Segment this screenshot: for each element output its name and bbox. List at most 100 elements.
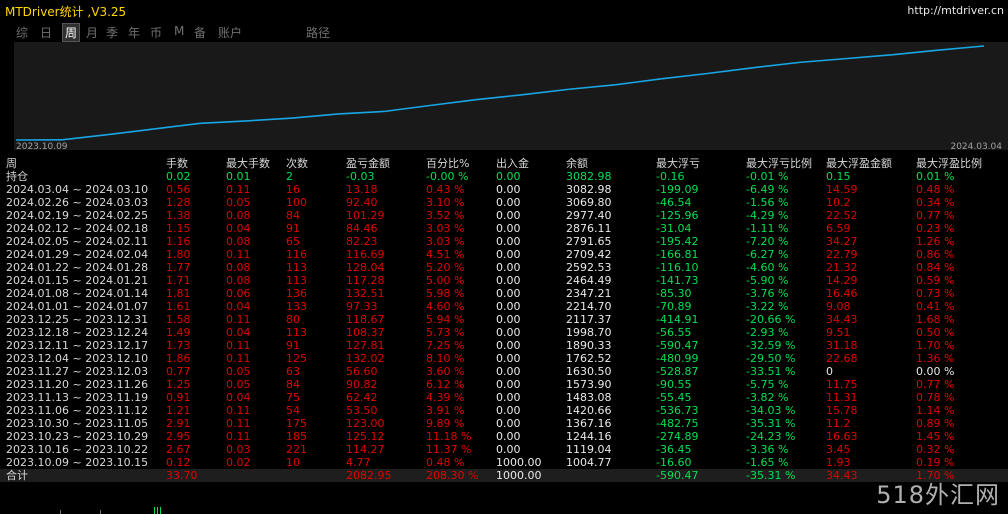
tab-2[interactable]: 周 [62,23,81,42]
table-row[interactable]: 2023.10.16 ~ 2023.10.22 2.67 0.03 221 114.27… [0,443,1008,456]
cell-max_fp_pct: 0.84 % [916,261,955,274]
cell-pct: 4.51 % [426,248,465,261]
table-row[interactable]: 2023.11.20 ~ 2023.11.26 1.25 0.05 84 90.82 6.… [0,378,1008,391]
cell-max_fp: 0.15 [826,170,851,183]
tab-10[interactable]: 路径 [306,24,330,41]
table-row[interactable]: 2024.02.26 ~ 2024.03.03 1.28 0.05 100 92.40 3… [0,196,1008,209]
table-row[interactable]: 2024.02.05 ~ 2024.02.11 1.16 0.08 65 82.23 3.… [0,235,1008,248]
cell-balance: 1244.16 [566,430,612,443]
cell-balance: 3069.80 [566,196,612,209]
table-row[interactable]: 2024.01.29 ~ 2024.02.04 1.80 0.11 116 116.69… [0,248,1008,261]
cell-lots: 1.38 [166,209,191,222]
tab-8[interactable]: 备 [194,24,206,41]
cell-balance: 2791.65 [566,235,612,248]
cell-pct: 3.91 % [426,404,465,417]
cell-max_fp: 9.08 [826,300,851,313]
cell-count: 133 [286,300,307,313]
table-row[interactable]: 2024.01.01 ~ 2024.01.07 1.61 0.04 133 97.33 4… [0,300,1008,313]
col-header-max_dd_pct[interactable]: 最大浮亏比例 [740,157,820,170]
cell-lots: 0.77 [166,365,191,378]
tab-9[interactable]: 账户 [218,24,242,41]
chart-end-date: 2024.03.04 [950,142,1002,152]
table-row[interactable]: 2023.11.27 ~ 2023.12.03 0.77 0.05 63 56.60 3.… [0,365,1008,378]
cell-max_dd_pct: -3.82 % [746,391,789,404]
cell-pct: 5.94 % [426,313,465,326]
cell-count: 84 [286,209,300,222]
col-header-balance[interactable]: 余额 [560,157,650,170]
tab-3[interactable]: 月 [86,24,98,41]
col-header-pct[interactable]: 百分比% [420,157,490,170]
cell-max_lots: 0.05 [226,378,251,391]
table-row[interactable]: 2023.12.25 ~ 2023.12.31 1.58 0.11 80 118.67 5… [0,313,1008,326]
table-row[interactable]: 2023.10.30 ~ 2023.11.05 2.91 0.11 175 123.00… [0,417,1008,430]
cell-lots: 1.15 [166,222,191,235]
equity-line-segment [246,117,293,122]
tab-6[interactable]: 币 [150,24,162,41]
cell-max_dd_pct: -35.31 % [746,417,796,430]
table-row[interactable]: 2024.01.22 ~ 2024.01.28 1.77 0.08 113 128.04… [0,261,1008,274]
table-row-holding[interactable]: 持仓 0.02 0.01 2 -0.03 -0.00 % 0.00 3082.98 -0.16 -… [0,170,1008,183]
cell-max_fp: 9.51 [826,326,851,339]
table-row[interactable]: 2023.10.23 ~ 2023.10.29 2.95 0.11 185 125.12… [0,430,1008,443]
cell-label: 2023.12.04 ~ 2023.12.10 [6,352,149,365]
cell-max_fp: 31.18 [826,339,858,352]
cell-max_dd: -85.30 [656,287,692,300]
cell-max_dd_pct: -5.75 % [746,378,789,391]
cell-max_dd: -90.55 [656,378,692,391]
table-row[interactable]: 2024.01.15 ~ 2024.01.21 1.71 0.08 113 117.28… [0,274,1008,287]
tab-4[interactable]: 季 [106,24,118,41]
tab-0[interactable]: 综 [16,24,28,41]
cell-pnl: 4.77 [346,456,371,469]
cell-max_lots [220,469,280,482]
table-row[interactable]: 2023.12.04 ~ 2023.12.10 1.86 0.11 125 132.02… [0,352,1008,365]
col-header-io[interactable]: 出入金 [490,157,560,170]
col-header-max_lots[interactable]: 最大手数 [220,157,280,170]
cell-max_dd_pct: -24.23 % [746,430,796,443]
table-row[interactable]: 2023.12.11 ~ 2023.12.17 1.73 0.11 91 127.81 7… [0,339,1008,352]
cell-label: 2023.12.11 ~ 2023.12.17 [6,339,149,352]
cell-balance: 1420.66 [566,404,612,417]
cell-lots: 1.71 [166,274,191,287]
table-row[interactable]: 2023.12.18 ~ 2023.12.24 1.49 0.04 113 108.37… [0,326,1008,339]
website-link[interactable]: http://mtdriver.cn [907,4,1004,17]
table-row[interactable]: 2024.02.12 ~ 2024.02.18 1.15 0.04 91 84.46 3.… [0,222,1008,235]
col-header-max_fp_pct[interactable]: 最大浮盈比例 [910,157,1008,170]
tab-7[interactable]: M [174,24,184,38]
cell-io: 0.00 [496,248,521,261]
cell-max_dd: -199.09 [656,183,699,196]
cell-count: 185 [286,430,307,443]
col-header-count[interactable]: 次数 [280,157,340,170]
cell-pnl: 132.02 [346,352,385,365]
cell-pnl: 116.69 [346,248,385,261]
table-row[interactable]: 2024.01.08 ~ 2024.01.14 1.81 0.06 136 132.51… [0,287,1008,300]
cell-io: 0.00 [496,339,521,352]
cell-max_fp_pct: 1.70 % [916,339,955,352]
col-header-label[interactable]: 周 [0,157,160,170]
table-row[interactable]: 2024.03.04 ~ 2024.03.10 0.56 0.11 16 13.18 0.… [0,183,1008,196]
col-header-lots[interactable]: 手数 [160,157,220,170]
col-header-pnl[interactable]: 盈亏金额 [340,157,420,170]
cell-max_lots: 0.08 [226,274,251,287]
cell-lots: 0.02 [166,170,191,183]
cell-io: 0.00 [496,313,521,326]
cell-label: 2023.11.20 ~ 2023.11.26 [6,378,149,391]
tab-1[interactable]: 日 [40,24,52,41]
table-row[interactable]: 2023.11.06 ~ 2023.11.12 1.21 0.11 54 53.50 3.… [0,404,1008,417]
cell-max_fp: 10.2 [826,196,851,209]
col-header-max_dd[interactable]: 最大浮亏 [650,157,740,170]
col-header-max_fp[interactable]: 最大浮盈金额 [820,157,910,170]
table-row[interactable]: 2023.11.13 ~ 2023.11.19 0.91 0.04 75 62.42 4.… [0,391,1008,404]
cell-pnl: 108.37 [346,326,385,339]
cell-max_fp_pct: 0.77 % [916,209,955,222]
tab-5[interactable]: 年 [128,24,140,41]
table-row[interactable]: 2023.10.09 ~ 2023.10.15 0.12 0.02 10 4.77 0.4… [0,456,1008,469]
table-row[interactable]: 2024.02.19 ~ 2024.02.25 1.38 0.08 84 101.29 3… [0,209,1008,222]
cell-max_fp: 3.45 [826,443,851,456]
cell-max_dd: -166.81 [656,248,699,261]
cell-max_fp_pct: 0.59 % [916,274,955,287]
cell-label: 持仓 [6,170,28,183]
cell-max_lots: 0.11 [226,248,251,261]
cell-io: 0.00 [496,326,521,339]
cell-max_lots: 0.11 [226,183,251,196]
table-row-total[interactable]: 合计 33.70 2082.95 208.30 % 1000.00 -590.47 -35.… [0,469,1008,482]
